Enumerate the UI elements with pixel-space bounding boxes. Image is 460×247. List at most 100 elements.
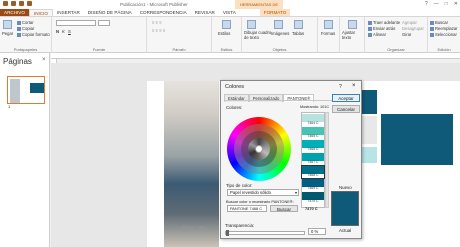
color-type-select[interactable]: Papel revestido sólido ▾ (227, 189, 299, 196)
transparency-slider[interactable] (225, 231, 305, 235)
color-type-label: Tipo de color: (226, 183, 253, 188)
tab-diseno-pagina[interactable]: DISEÑO DE PÁGINA (84, 9, 136, 16)
bring-forward-button[interactable]: Traer adelante (368, 20, 400, 25)
replace-button[interactable]: Reemplazar (430, 26, 458, 31)
help-icon[interactable]: ? (339, 84, 342, 90)
tables-button[interactable]: Tablas (292, 31, 304, 36)
horizontal-ruler (51, 53, 460, 59)
bring-forward-icon (368, 20, 372, 25)
quick-access-toolbar[interactable] (3, 1, 43, 8)
shapes-group: Formas (318, 17, 340, 53)
image-icon[interactable] (274, 20, 283, 29)
italic-button[interactable]: K (62, 29, 65, 34)
find-button[interactable]: Buscar (430, 20, 448, 25)
align-icon[interactable]: ≡ ≡ ≡ ≡ (152, 28, 165, 33)
group-button[interactable]: Agrupar (402, 20, 417, 25)
scissors-icon (17, 20, 21, 25)
font-size-select[interactable] (98, 20, 110, 26)
tab-vista[interactable]: VISTA (219, 9, 240, 16)
transparency-slider-handle[interactable] (226, 230, 229, 236)
color-wheel-center[interactable] (255, 145, 263, 153)
showing-label: Mostrando: 101C (300, 105, 330, 109)
transparency-label: Transparencia: (225, 223, 255, 228)
swatch-scrollbar[interactable] (325, 112, 329, 208)
wrap-text-button[interactable]: Ajustar texto (342, 30, 364, 40)
tab-formato[interactable]: FORMATO (259, 9, 291, 16)
copy-icon (17, 26, 21, 31)
pantone-swatch-selected[interactable]: 7468 C (301, 165, 325, 179)
app-icon (3, 1, 8, 6)
window-title: Publicación1 - Microsoft Publisher (120, 2, 188, 7)
search-result: 7470 C (305, 206, 318, 211)
window-controls: ? — □ ✕ (425, 1, 458, 7)
new-color-preview (331, 191, 359, 226)
select-button[interactable]: Seleccionar (430, 32, 457, 37)
clipboard-group-label: Portapapeles (13, 47, 38, 52)
tab-archivo[interactable]: ARCHIVO (0, 9, 29, 16)
help-icon[interactable]: ? (425, 1, 428, 7)
search-button[interactable]: Buscar (270, 205, 298, 212)
font-name-select[interactable] (56, 20, 96, 26)
styles-icon[interactable] (222, 20, 231, 29)
pantone-swatch[interactable]: 7465 C (302, 127, 324, 139)
list-icon[interactable]: ≡ ≡ ≡ (152, 20, 162, 25)
tab-insertar[interactable]: INSERTAR (53, 9, 84, 16)
pantone-swatch-list[interactable]: 7464 C 7465 C 7466 C 7467 C 7468 C 7469 … (301, 112, 325, 208)
save-icon[interactable] (11, 1, 16, 6)
draw-textbox-button[interactable]: Dibujar cuadro de texto (244, 30, 272, 40)
rotate-button[interactable]: Girar (402, 32, 411, 37)
search-icon (430, 20, 434, 25)
align-button[interactable]: Alinear (368, 32, 386, 37)
shapes-icon[interactable] (324, 20, 333, 29)
editing-group-label: Edición (437, 47, 451, 52)
styles-button[interactable]: Estilos (218, 31, 230, 36)
dialog-title: Colores (225, 84, 244, 90)
editing-group: Buscar Reemplazar Seleccionar Edición (428, 17, 460, 53)
ungroup-button[interactable]: Desagrupar (402, 26, 424, 31)
tab-inicio[interactable]: INICIO (28, 9, 53, 16)
page-thumbnail[interactable] (7, 76, 45, 104)
pantone-swatch[interactable]: 7464 C (302, 114, 324, 126)
pantone-swatch[interactable]: 7469 C (302, 179, 324, 191)
underline-button[interactable]: S (68, 29, 71, 34)
undo-icon[interactable] (19, 1, 24, 6)
brush-icon (17, 32, 21, 37)
transparency-input[interactable]: 0 % (308, 228, 326, 235)
bold-button[interactable]: N (56, 29, 59, 34)
minimize-icon[interactable]: — (434, 1, 439, 7)
redo-icon[interactable] (27, 1, 32, 6)
objects-group: Dibujar cuadro de texto Imágenes Tablas … (242, 17, 318, 53)
shapes-button[interactable]: Formas (321, 31, 335, 36)
wrap-text-icon[interactable] (348, 20, 357, 29)
send-backward-button[interactable]: Enviar atrás (368, 26, 395, 31)
arrange-group: Traer adelante Enviar atrás Alinear Agru… (365, 17, 428, 53)
tab-correspondencia[interactable]: CORRESPONDENCIA (136, 9, 191, 16)
close-icon[interactable]: × (42, 57, 46, 63)
maximize-icon[interactable]: □ (445, 1, 448, 7)
close-icon[interactable]: ✕ (454, 1, 458, 7)
thumbnail-photo (10, 79, 20, 103)
tab-revisar[interactable]: REVISAR (191, 9, 219, 16)
ok-button[interactable]: Aceptar (332, 94, 360, 102)
pantone-swatch[interactable]: 7467 C (302, 153, 324, 165)
table-icon[interactable] (294, 20, 303, 29)
copy-button[interactable]: Copiar (17, 26, 34, 31)
pantone-search-input[interactable]: PANTONE 7468 C (227, 205, 267, 212)
cut-button[interactable]: Cortar (17, 20, 34, 25)
textbox-icon[interactable] (247, 20, 256, 29)
photo-caption: Photo · Bos (182, 226, 206, 231)
pantone-swatch[interactable]: 7470 C (302, 192, 324, 204)
font-group-label: Fuente (92, 47, 106, 52)
paste-button[interactable]: Pegar (2, 31, 13, 36)
paste-icon[interactable] (3, 20, 12, 29)
format-painter-button[interactable]: Copiar formato (17, 32, 50, 37)
title-bar: Publicación1 - Microsoft Publisher HERRA… (0, 0, 460, 16)
kitchen-photo[interactable] (164, 81, 219, 247)
objects-group-label: Objetos (272, 47, 287, 52)
cancel-button[interactable]: Cancelar (332, 105, 360, 113)
select-icon (430, 32, 434, 37)
selected-blue-rectangle[interactable] (381, 114, 453, 165)
pantone-swatch[interactable]: 7466 C (302, 140, 324, 152)
images-button[interactable]: Imágenes (271, 31, 289, 36)
close-icon[interactable]: × (352, 83, 356, 89)
